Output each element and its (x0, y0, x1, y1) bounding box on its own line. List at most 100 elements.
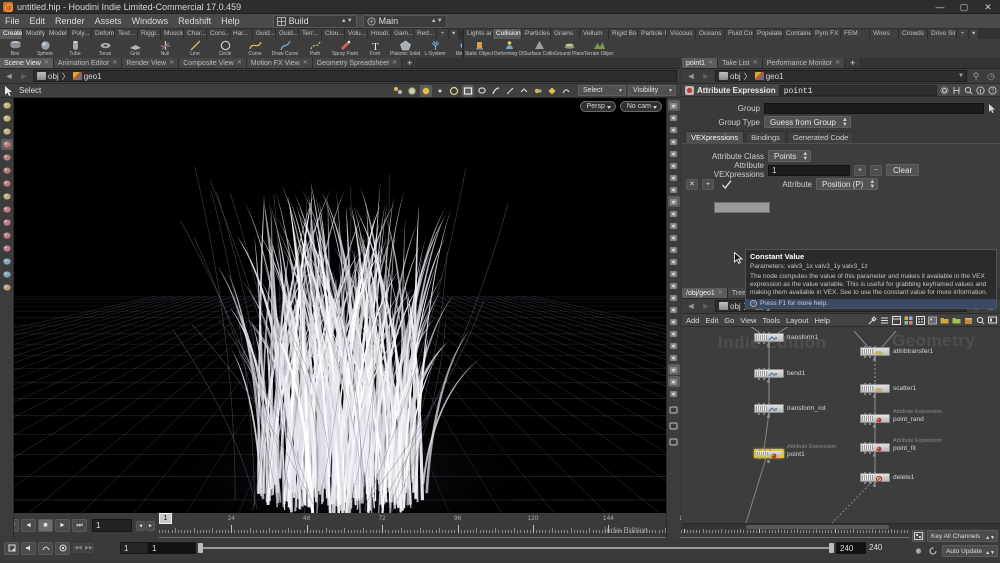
back-arrow-icon[interactable]: ◄ (685, 301, 697, 311)
close-icon[interactable]: ✕ (718, 288, 723, 299)
shelf-item-tube[interactable]: Tube (60, 39, 90, 57)
shelf-tab-vellum[interactable]: Vellum (580, 29, 609, 39)
shelf-tab-rigid-bodies[interactable]: Rigid Bodies (609, 29, 638, 39)
breadcrumb-obj[interactable]: obj (37, 72, 59, 81)
shelf-tab-wires[interactable]: Wires (870, 29, 899, 39)
pane-tab-render-view[interactable]: Render View ✕ (122, 58, 180, 69)
constant-value-drag-bar[interactable] (714, 202, 770, 213)
network-node-transform1[interactable] (754, 331, 784, 344)
current-frame-field[interactable]: 1 (92, 519, 132, 532)
shelf-item-null[interactable]: Null (150, 39, 180, 57)
shelf-tab-overflow-icon[interactable]: ▾ (969, 29, 979, 39)
menu-assets[interactable]: Assets (90, 14, 127, 29)
snap-tool-icon[interactable] (1, 256, 13, 267)
shelf-item-path[interactable]: Path (300, 39, 330, 57)
grid-toggle-icon[interactable] (668, 420, 680, 431)
pane-tab-performance-monitor[interactable]: Performance Monitor ✕ (762, 58, 846, 68)
forward-arrow-icon[interactable]: ► (700, 71, 712, 81)
record-icon[interactable] (55, 541, 70, 555)
network-node-point_rand[interactable] (860, 412, 890, 425)
close-icon[interactable]: ✕ (112, 58, 117, 69)
shelf-item-static-object[interactable]: Static Object (464, 39, 494, 57)
pane-tab-composite-view[interactable]: Composite View ✕ (179, 58, 247, 68)
shelf-tab-modify[interactable]: Modify (23, 29, 46, 39)
node-name-field[interactable]: point1 (778, 84, 937, 96)
corner-icon[interactable] (668, 316, 680, 327)
shelf-item-l-system[interactable]: L-System (420, 39, 450, 57)
close-icon[interactable]: ✕ (303, 58, 308, 69)
chevron-down-icon[interactable]: ▼ (958, 73, 964, 79)
snapshot-view-icon[interactable] (668, 436, 680, 447)
network-canvas[interactable]: Indie Edition Geometry transform1 bend1 … (682, 327, 1000, 523)
shelf-tab-volu[interactable]: Volu... (345, 29, 368, 39)
network-node-transform_rot[interactable] (754, 402, 784, 415)
view-tool-icon[interactable] (1, 126, 13, 137)
network-node-delete1[interactable] (860, 471, 890, 484)
shelf-tab-riggi[interactable]: Riggi... (138, 29, 161, 39)
shelf-item-ground-plane[interactable]: Ground Plane (554, 39, 584, 57)
shelf-tab-gam[interactable]: Gam... (391, 29, 414, 39)
shelf-tab-text[interactable]: Text... (115, 29, 138, 39)
clear-button[interactable]: Clear (886, 164, 920, 176)
minimize-button[interactable]: — (928, 0, 952, 14)
key-icon[interactable] (912, 529, 925, 542)
select-connected-icon[interactable] (560, 85, 572, 97)
close-button[interactable]: ✕ (976, 0, 1000, 14)
key-mode-combo[interactable]: Key All Channels ▲▼ (927, 529, 998, 542)
measure-tool-icon[interactable] (1, 269, 13, 280)
split-icon[interactable] (668, 328, 680, 339)
ghost-icon[interactable] (668, 112, 680, 123)
refresh-icon[interactable] (927, 545, 940, 557)
param-tab-generated-code[interactable]: Generated Code (786, 131, 855, 143)
point-light-icon[interactable] (668, 172, 680, 183)
shelf-tab-muscles[interactable]: Muscles (161, 29, 184, 39)
clock-icon[interactable]: ◷ (985, 71, 997, 82)
image-icon[interactable] (928, 316, 937, 325)
display-icon[interactable] (988, 316, 997, 325)
back-arrow-icon[interactable]: ◄ (685, 71, 697, 81)
shelf-tab-particles[interactable]: Particles (522, 29, 551, 39)
hand-icon[interactable] (668, 304, 680, 315)
shelf-item-font[interactable]: T Font (360, 39, 390, 57)
net-menu-edit[interactable]: Edit (705, 316, 718, 325)
net-menu-view[interactable]: View (740, 316, 756, 325)
back-arrow-icon[interactable]: ◄ (3, 71, 15, 81)
shelf-tab-red[interactable]: Red... (414, 29, 437, 39)
breadcrumb-geo1[interactable]: geo1 (754, 72, 783, 81)
select-mode-combo[interactable]: Select ▼ (578, 85, 626, 96)
pane-tab-animation-editor[interactable]: Animation Editor ✕ (53, 58, 123, 69)
param-tab-vexpressions[interactable]: VEXpressions (685, 131, 745, 143)
desktop-selector[interactable]: Build ▲▼ (272, 14, 357, 28)
node-display-flag[interactable] (767, 380, 770, 383)
attribute-class-combo[interactable]: Points ▲ ▼ (768, 150, 812, 162)
info-icon[interactable] (976, 85, 985, 95)
camera-pill[interactable]: No cam (619, 101, 662, 112)
move-tool-icon[interactable] (0, 139, 13, 150)
pen-icon[interactable] (668, 256, 680, 267)
sculpt-tool-icon[interactable] (1, 217, 13, 228)
brush-select-icon[interactable] (490, 85, 502, 97)
net-menu-layout[interactable]: Layout (786, 316, 809, 325)
folder-edit-icon[interactable] (952, 316, 961, 325)
play-button[interactable]: ► (55, 519, 70, 532)
shelf-item-surface-collider[interactable]: Surface Collider (524, 39, 554, 57)
close-icon[interactable]: ✕ (44, 58, 49, 69)
breadcrumb-obj[interactable]: obj (719, 72, 741, 81)
remove-vexpression-button[interactable]: − (870, 164, 882, 176)
shelf-tab-populate-cont[interactable]: Populate Cont... (754, 29, 783, 39)
shelf-tab-terr[interactable]: Terr... (299, 29, 322, 39)
shelf-tab-drive-simula[interactable]: Drive Simula... (928, 29, 957, 39)
net-menu-add[interactable]: Add (686, 316, 699, 325)
pin-icon[interactable] (952, 86, 961, 95)
node-display-flag[interactable] (767, 415, 770, 418)
pin-icon[interactable]: ⚲ (970, 71, 982, 82)
shelf-tab-model[interactable]: Model (46, 29, 69, 39)
range-slider-knob-left[interactable] (198, 543, 203, 553)
line-select-icon[interactable] (504, 85, 516, 97)
forward-arrow-icon[interactable]: ► (700, 301, 712, 311)
group-field[interactable] (764, 102, 984, 114)
close-icon[interactable]: ✕ (169, 58, 174, 69)
character-icon[interactable] (667, 196, 680, 207)
snap-grid-icon[interactable] (406, 85, 418, 97)
multiparm-remove-button[interactable]: ✕ (686, 178, 698, 190)
